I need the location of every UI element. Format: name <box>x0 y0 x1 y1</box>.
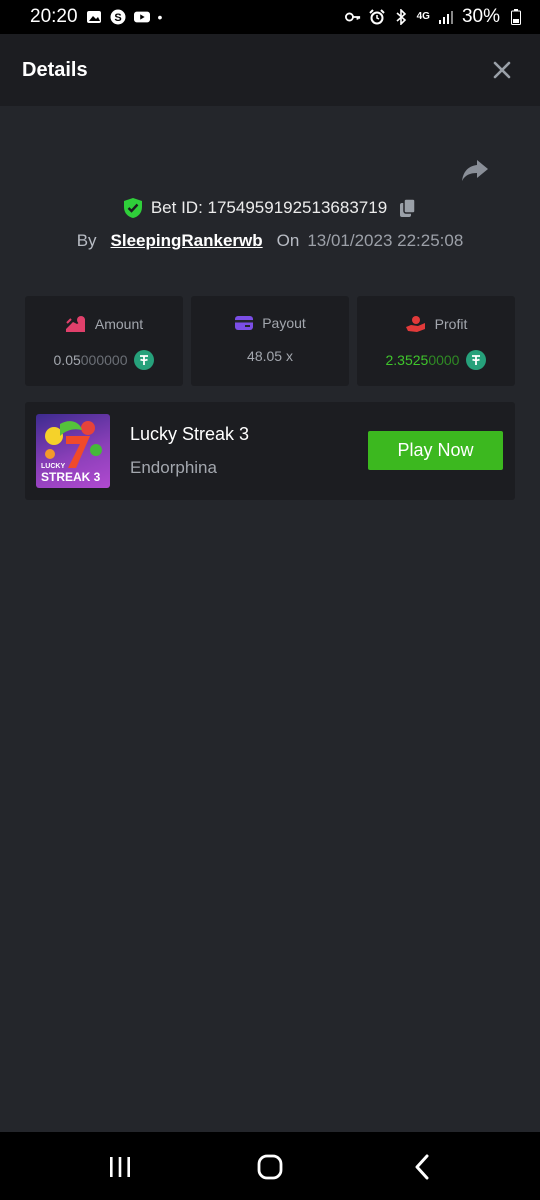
close-icon <box>493 61 511 79</box>
home-button[interactable] <box>250 1152 290 1182</box>
details-header: Details <box>0 34 540 106</box>
amount-value: 0.05 <box>53 352 81 368</box>
system-nav-bar <box>0 1132 540 1200</box>
s-app-icon: S <box>110 9 126 25</box>
profit-value-decimals: 0000 <box>428 352 460 368</box>
bet-author-row: By SleepingRankerwb On 13/01/2023 22:25:… <box>0 229 540 253</box>
recent-apps-button[interactable] <box>100 1152 140 1182</box>
by-label: By <box>76 231 97 250</box>
wallet-icon <box>235 316 254 330</box>
signal-icon <box>438 9 454 25</box>
back-icon <box>415 1154 429 1180</box>
bet-date: 13/01/2023 22:25:08 <box>307 231 464 250</box>
network-type: 4G <box>416 11 430 22</box>
amount-value-decimals: 000000 <box>80 352 128 368</box>
alarm-icon <box>368 9 385 25</box>
game-name: Lucky Streak 3 <box>130 424 250 444</box>
share-icon <box>462 160 488 181</box>
on-label: On <box>276 231 300 250</box>
tether-coin-icon <box>466 350 487 370</box>
svg-text:S: S <box>114 12 121 24</box>
username-link[interactable]: SleepingRankerwb <box>111 231 263 251</box>
back-button[interactable] <box>402 1152 442 1182</box>
bet-id: Bet ID: 1754959192513683719 <box>150 198 388 217</box>
profit-hand-icon <box>405 316 425 332</box>
close-button[interactable] <box>486 54 518 86</box>
status-time: 20:20 <box>30 6 78 27</box>
status-bar: 20:20 S • 4G 30% <box>0 0 540 34</box>
game-thumbnail[interactable]: LUCKY STREAK 3 <box>36 414 110 488</box>
payout-card: Payout 48.05 x <box>191 296 349 386</box>
status-dot: • <box>157 9 163 25</box>
verified-shield-icon <box>123 198 142 218</box>
battery-icon <box>508 9 524 25</box>
page-title: Details <box>22 58 88 81</box>
payout-value: 48.05 x <box>247 348 293 364</box>
bluetooth-icon <box>393 9 409 25</box>
copy-icon <box>400 198 416 217</box>
copy-button[interactable] <box>399 198 417 218</box>
share-button[interactable] <box>460 158 492 186</box>
recent-apps-icon <box>110 1157 130 1177</box>
thumb-title-2: STREAK 3 <box>41 470 101 484</box>
key-icon <box>344 9 361 25</box>
gallery-icon <box>86 9 102 25</box>
battery-percent: 30% <box>461 6 500 27</box>
home-icon <box>257 1154 283 1180</box>
youtube-icon <box>133 9 150 25</box>
game-provider: Endorphina <box>130 458 217 477</box>
payout-label: Payout <box>262 315 306 331</box>
play-now-button[interactable]: Play Now <box>368 431 503 470</box>
profit-value: 2.3525 <box>385 352 429 368</box>
bet-stats: Amount 0.05 000000 Payout 48.05 x Profit… <box>25 296 515 386</box>
bet-amount-icon <box>65 316 85 332</box>
thumb-title-1: LUCKY <box>41 463 66 470</box>
profit-card: Profit 2.3525 0000 <box>357 296 515 386</box>
bet-id-row: Bet ID: 1754959192513683719 <box>0 196 540 220</box>
amount-card: Amount 0.05 000000 <box>25 296 183 386</box>
amount-label: Amount <box>94 316 144 332</box>
game-card: LUCKY STREAK 3 Lucky Streak 3 Endorphina… <box>25 402 515 500</box>
profit-label: Profit <box>434 316 468 332</box>
tether-coin-icon <box>134 350 155 370</box>
